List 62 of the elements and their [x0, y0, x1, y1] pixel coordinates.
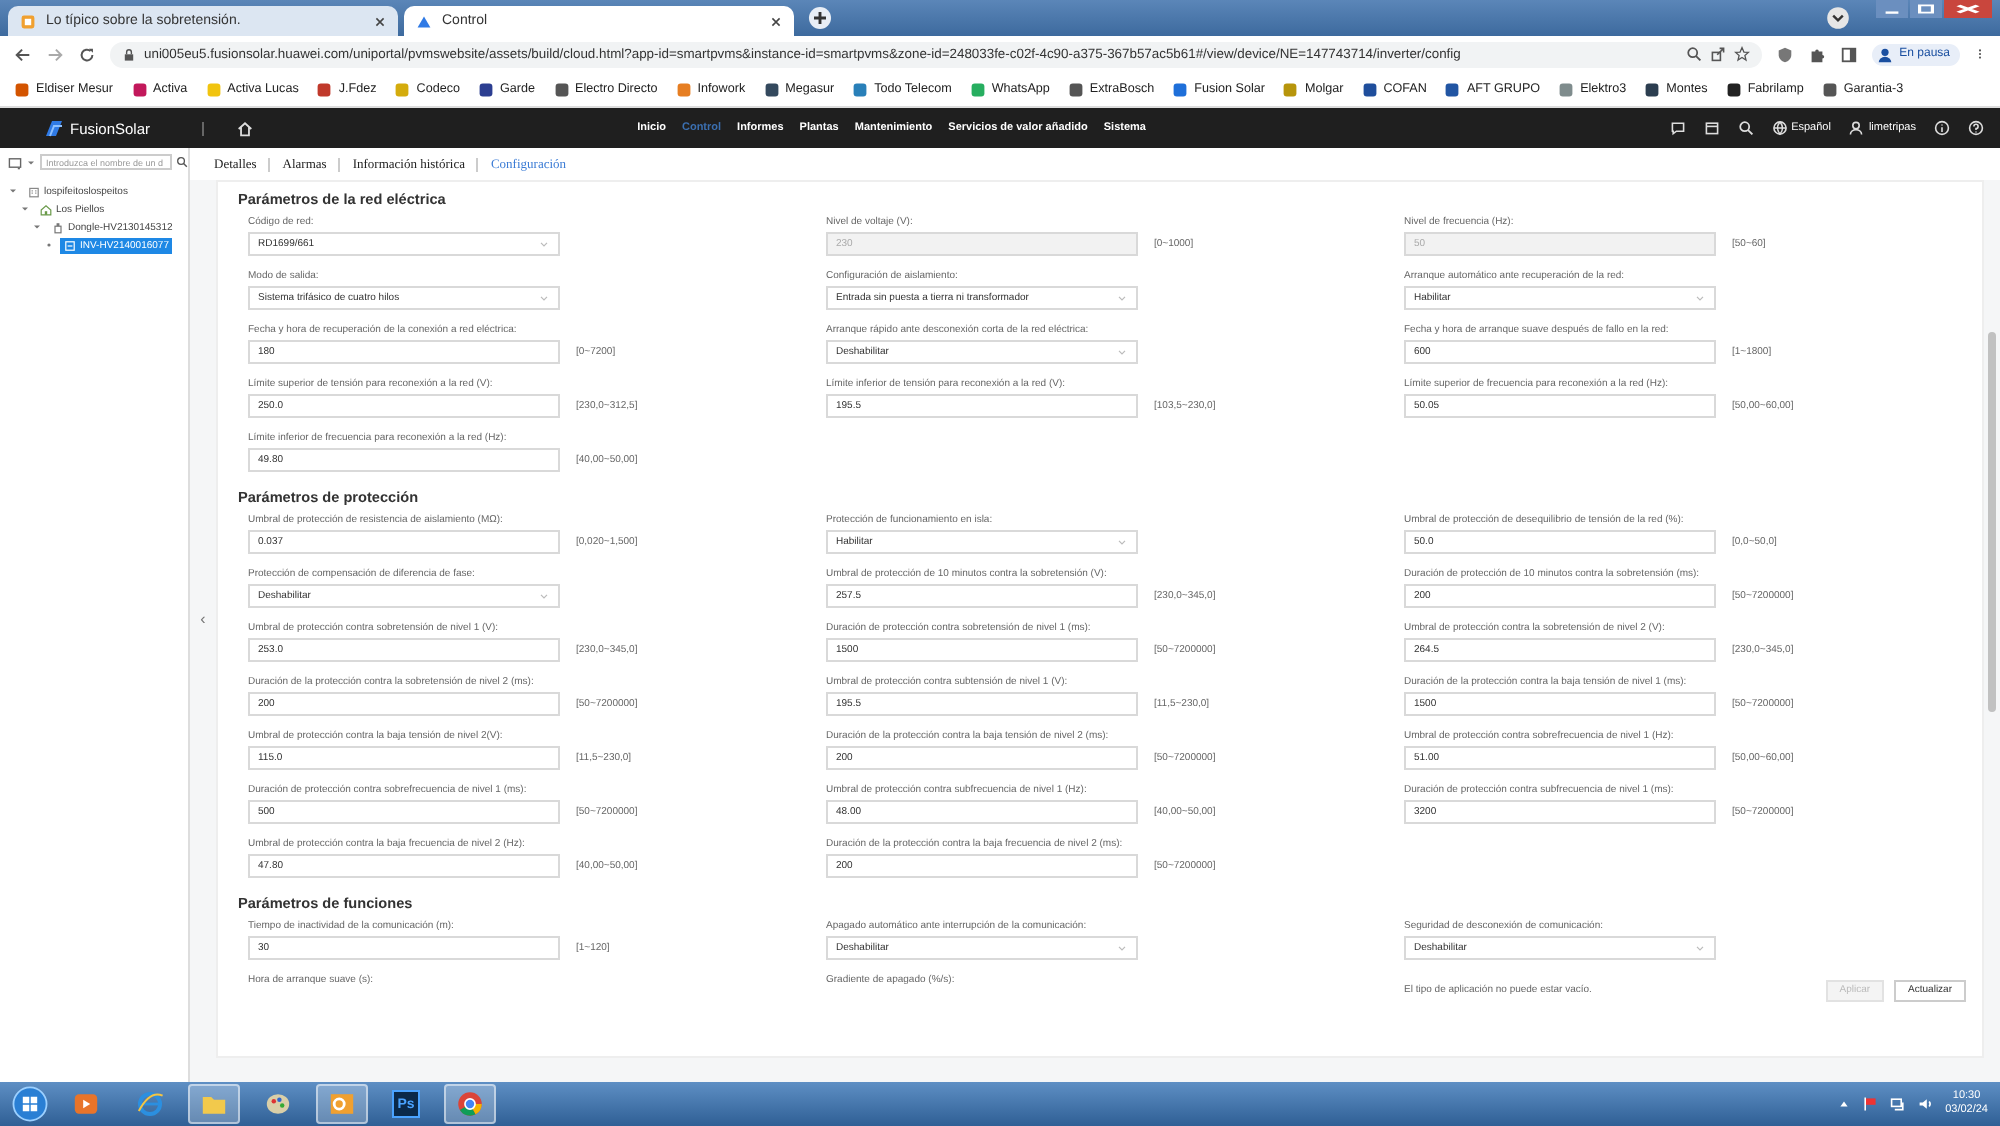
flag-icon[interactable]	[1861, 1096, 1878, 1112]
network-icon[interactable]	[1889, 1096, 1906, 1112]
person-icon	[1848, 120, 1865, 136]
share-icon[interactable]	[1709, 46, 1726, 62]
browser-icon	[136, 1090, 164, 1118]
caret-icon[interactable]	[8, 186, 18, 196]
close-icon[interactable]	[374, 15, 386, 27]
house-icon	[40, 203, 52, 215]
info-icon[interactable]	[1934, 120, 1950, 136]
taskbar-button[interactable]	[316, 1084, 368, 1124]
page-icon	[20, 13, 36, 29]
maximize-icon[interactable]	[1910, 0, 1942, 18]
palette-icon	[264, 1090, 292, 1118]
caret-icon	[1694, 942, 1706, 954]
help-icon[interactable]	[1968, 120, 1984, 136]
new-tab-icon[interactable]	[808, 6, 832, 30]
close-icon[interactable]	[770, 15, 782, 27]
star-icon[interactable]	[1733, 46, 1750, 62]
device-type-icon[interactable]	[8, 155, 22, 169]
taskbar-button[interactable]	[444, 1084, 496, 1124]
media-player-icon	[72, 1090, 100, 1118]
reload-icon[interactable]	[78, 45, 96, 63]
inverter-icon	[64, 239, 76, 251]
minimize-icon[interactable]	[1876, 0, 1908, 18]
mail-icon	[328, 1090, 356, 1118]
shield-icon[interactable]	[1775, 45, 1794, 63]
back-icon[interactable]	[14, 45, 32, 63]
tab-search-icon[interactable]	[1826, 6, 1850, 30]
start-button-icon[interactable]	[12, 1086, 48, 1122]
caret-icon	[1116, 942, 1128, 954]
logo-icon	[416, 13, 432, 29]
caret-icon	[1116, 292, 1128, 304]
caret-icon	[538, 292, 550, 304]
dongle-icon	[52, 221, 64, 233]
calendar-icon[interactable]	[1703, 120, 1720, 136]
logo-icon	[44, 118, 64, 138]
person-icon	[1875, 45, 1894, 63]
close-icon[interactable]	[1944, 0, 1992, 18]
search-icon[interactable]	[1685, 46, 1702, 62]
up-arrow-icon[interactable]	[1837, 1098, 1850, 1110]
search-icon[interactable]	[176, 156, 188, 168]
side-panel-icon[interactable]	[1839, 45, 1858, 63]
bullet-icon	[44, 240, 54, 250]
chat-icon[interactable]	[1669, 120, 1686, 136]
speaker-icon[interactable]	[1917, 1096, 1934, 1112]
search-icon[interactable]	[1737, 120, 1754, 136]
puzzle-icon[interactable]	[1807, 45, 1826, 63]
globe-icon	[1771, 120, 1788, 136]
collapse-handle[interactable]: ‹	[200, 610, 206, 628]
caret-icon[interactable]	[20, 204, 30, 214]
caret-icon	[1116, 346, 1128, 358]
home-icon[interactable]	[236, 119, 255, 137]
caret-icon	[538, 590, 550, 602]
lock-icon	[122, 47, 136, 61]
building-icon	[28, 185, 40, 197]
scrollbar[interactable]	[1988, 332, 1996, 712]
chrome-icon	[456, 1090, 484, 1118]
caret-icon	[1694, 292, 1706, 304]
caret-icon[interactable]	[32, 222, 42, 232]
caret-icon	[1116, 536, 1128, 548]
caret-icon	[538, 238, 550, 250]
caret-icon[interactable]	[26, 157, 36, 167]
